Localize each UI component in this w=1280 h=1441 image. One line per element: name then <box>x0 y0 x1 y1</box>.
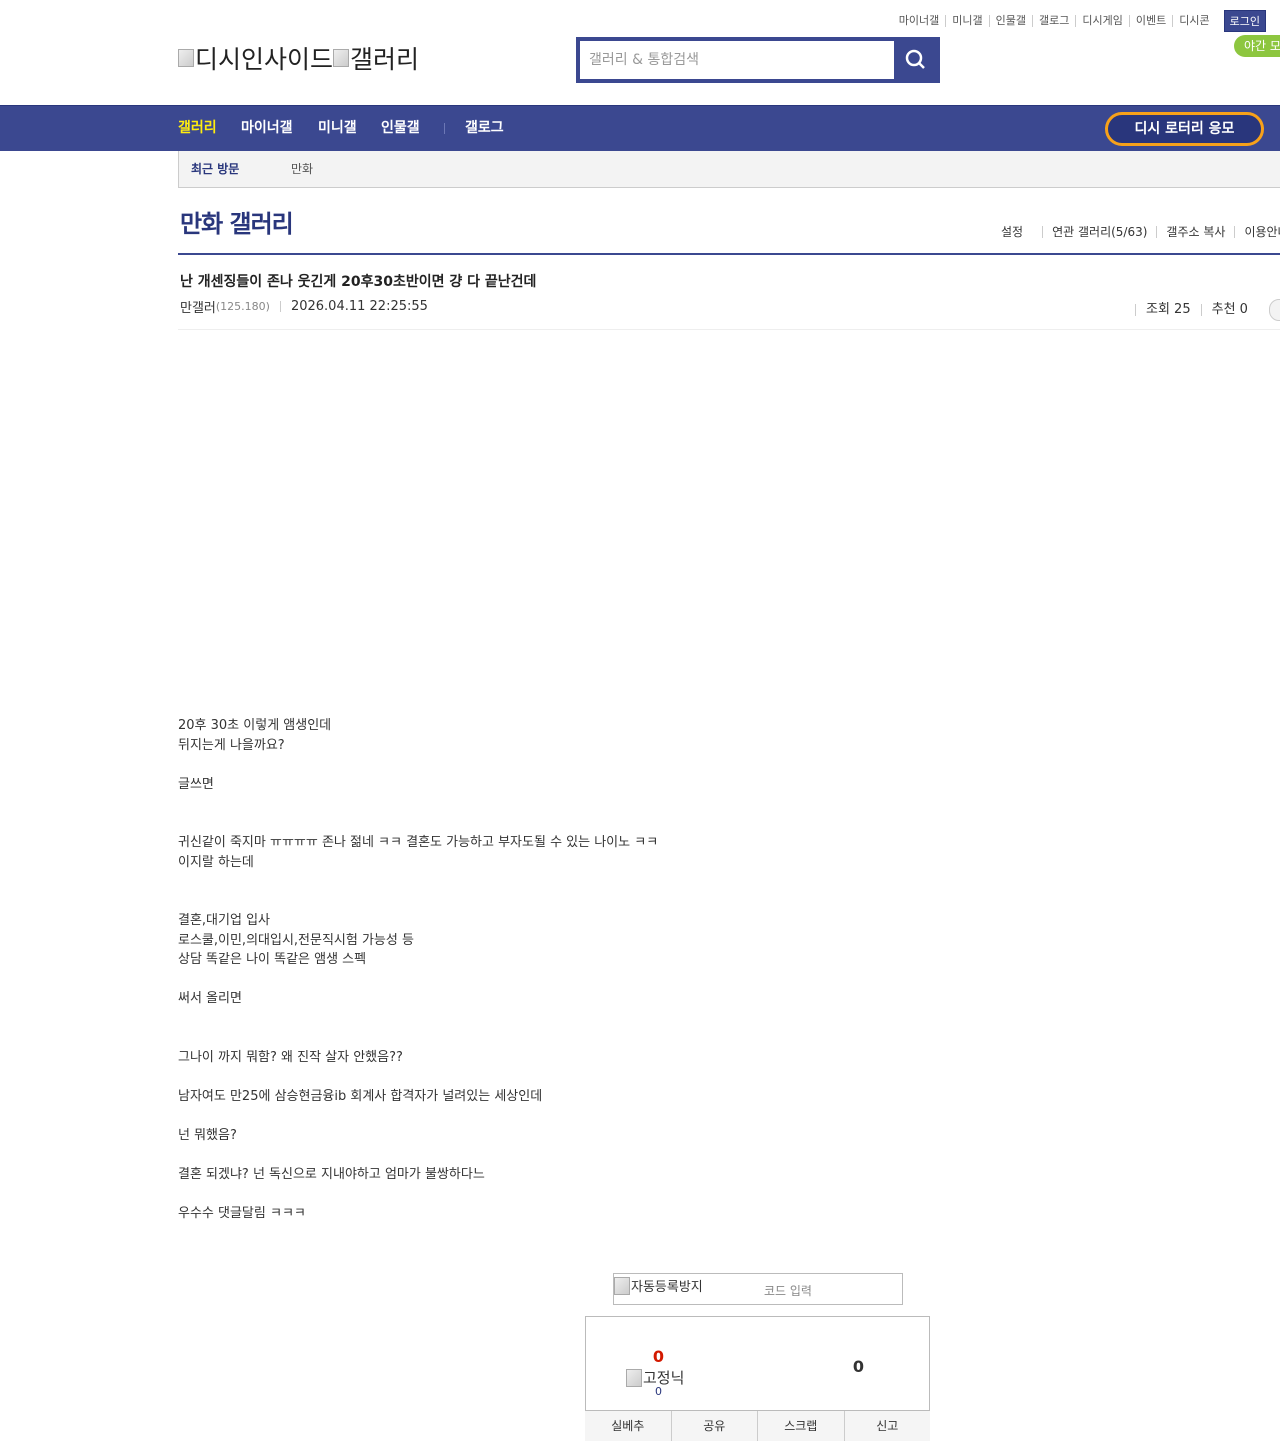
body-line <box>178 1067 658 1087</box>
search-icon <box>905 49 925 69</box>
captcha-image: 자동등록방지 <box>614 1276 703 1295</box>
post-stats: 조회 25 추천 0 <box>1135 299 1280 321</box>
gnb-item-minor-gallery[interactable]: 마이너갤 <box>241 106 293 152</box>
body-line: 넌 뭐했음? <box>178 1127 237 1143</box>
search-box: 갤러리 & 통합검색 <box>576 37 940 83</box>
top-link-dcgame[interactable]: 디시게임 <box>1075 15 1128 27</box>
report-button[interactable]: 신고 <box>843 1411 931 1441</box>
body-line: 20후 30초 이렇게 앰생인데 <box>178 718 332 733</box>
recent-visit-label[interactable]: 최근 방문 <box>191 151 239 188</box>
body-line <box>178 1145 658 1165</box>
top-link-mini-gallery[interactable]: 미니갤 <box>945 15 988 27</box>
site-logo[interactable]: 디시인사이드 갤러리 <box>178 40 419 76</box>
top-link-event[interactable]: 이벤트 <box>1128 15 1172 27</box>
body-line: 뒤지는게 나을까요? <box>178 737 285 753</box>
gnb-item-person-gallery[interactable]: 인물갤 <box>381 106 420 152</box>
usage-guide-link[interactable]: 이용안내 <box>1234 226 1280 238</box>
post-title: 난 개센징들이 존나 웃긴게 20후30초반이면 걍 다 끝난건데 <box>180 274 537 290</box>
captcha-box: 자동등록방지 코드 입력 <box>613 1273 903 1305</box>
real-best-button[interactable]: 실베추 <box>585 1411 671 1441</box>
upvote-count: 0 <box>652 1347 665 1366</box>
body-line <box>178 1009 658 1029</box>
body-line: 귀신같이 죽지마 ㅠㅠㅠㅠ 존나 젊네 ㅋㅋ 결혼도 가능하고 부자도될 수 있… <box>178 835 659 850</box>
recommend-count: 추천 0 <box>1200 303 1258 316</box>
downvote-count: 0 <box>852 1357 865 1376</box>
top-link-person-gallery[interactable]: 인물갤 <box>988 15 1032 27</box>
body-line <box>178 1106 658 1126</box>
gallery-menu: 설정 연관 갤러리(5/63) 갤주소 복사 이용안내 <box>1001 226 1280 238</box>
share-button[interactable]: 공유 <box>670 1411 758 1441</box>
post-meta: 만갤러 (125.180) 2026.04.11 22:25:55 <box>180 297 428 316</box>
top-utility-links: 마이너갤 미니갤 인물갤 갤로그 디시게임 이벤트 디시콘 로그인 <box>893 10 1266 32</box>
body-line <box>178 1028 658 1048</box>
gnb-item-gallery[interactable]: 갤러리 <box>178 106 217 152</box>
recommend-box: 0 고정닉 0 0 실베추 공유 스크랩 신고 <box>585 1316 930 1441</box>
body-line: 우수수 댓글달림 ㅋㅋㅋ <box>178 1205 306 1221</box>
body-line <box>178 970 658 990</box>
search-input[interactable]: 갤러리 & 통합검색 <box>580 41 894 79</box>
post-body: 20후 30초 이렇게 앰생인데 뒤지는게 나을까요? 글쓰면 귀신같이 죽지마… <box>178 716 658 1223</box>
fixed-nick-upvote-count: 0 <box>655 1385 662 1398</box>
body-line: 글쓰면 <box>178 776 214 792</box>
body-line: 결혼 되겠냐? 넌 독신으로 지내야하고 엄마가 불쌍하다느 <box>178 1166 485 1182</box>
gnb-item-gallog[interactable]: 갤로그 <box>465 106 504 152</box>
gnb-divider <box>444 123 445 134</box>
body-line <box>178 814 658 834</box>
post-header-divider <box>178 329 1280 330</box>
body-line: 그나이 까지 뭐함? 왜 진작 살자 안했음?? <box>178 1049 403 1065</box>
top-link-dccon[interactable]: 디시콘 <box>1172 15 1215 27</box>
recent-visit-bar: 최근 방문 만화 <box>178 151 1280 188</box>
body-line <box>178 794 658 814</box>
recent-visit-item[interactable]: 만화 <box>291 151 313 188</box>
body-line: 써서 올리면 <box>178 991 242 1006</box>
global-nav-bar: 갤러리 마이너갤 미니갤 인물갤 갤로그 디시 로터리 응모 <box>0 105 1280 151</box>
view-count: 조회 25 <box>1135 303 1201 316</box>
gallery-settings-link[interactable]: 설정 <box>1001 226 1042 238</box>
top-link-gallog[interactable]: 갤로그 <box>1032 15 1075 27</box>
body-line <box>178 892 658 912</box>
gallery-title[interactable]: 만화 갤러리 <box>180 204 294 239</box>
post-action-buttons: 실베추 공유 스크랩 신고 <box>585 1410 930 1441</box>
body-line <box>178 872 658 892</box>
body-line <box>178 755 658 775</box>
gnb-item-mini-gallery[interactable]: 미니갤 <box>318 106 357 152</box>
search-button[interactable] <box>896 41 936 79</box>
post-date: 2026.04.11 22:25:55 <box>290 299 428 314</box>
gallery-title-divider <box>178 253 1280 255</box>
body-line <box>178 1184 658 1204</box>
body-line: 이지랄 하는데 <box>178 854 254 870</box>
meta-divider <box>279 301 281 312</box>
top-link-minor-gallery[interactable]: 마이너갤 <box>893 15 945 27</box>
login-button[interactable]: 로그인 <box>1223 10 1266 32</box>
lotto-entry-button[interactable]: 디시 로터리 응모 <box>1105 112 1264 146</box>
post-author-ip: (125.180) <box>215 300 270 313</box>
gallery-logo-image[interactable]: 갤러리 <box>333 40 419 76</box>
night-mode-toggle[interactable]: 야간 모드 <box>1234 35 1280 57</box>
captcha-code-input[interactable]: 코드 입력 <box>764 1282 812 1299</box>
body-line: 결혼,대기업 입사 <box>178 913 270 928</box>
scrap-button[interactable]: 스크랩 <box>757 1411 844 1441</box>
body-line: 남자여도 만25에 삼승현금융ib 회계사 합격자가 널려있는 세상인데 <box>178 1088 543 1104</box>
post-author[interactable]: 만갤러 <box>180 297 216 316</box>
related-gallery-link[interactable]: 연관 갤러리(5/63) <box>1042 226 1156 238</box>
comment-count-button[interactable] <box>1268 299 1280 321</box>
dcinside-logo-image[interactable]: 디시인사이드 <box>178 40 333 76</box>
copy-gallery-address-link[interactable]: 갤주소 복사 <box>1156 226 1234 238</box>
body-line: 상담 똑같은 나이 똑같은 앰생 스펙 <box>178 952 367 967</box>
body-line: 로스쿨,이민,의대입시,전문직시험 가능성 등 <box>178 932 414 948</box>
